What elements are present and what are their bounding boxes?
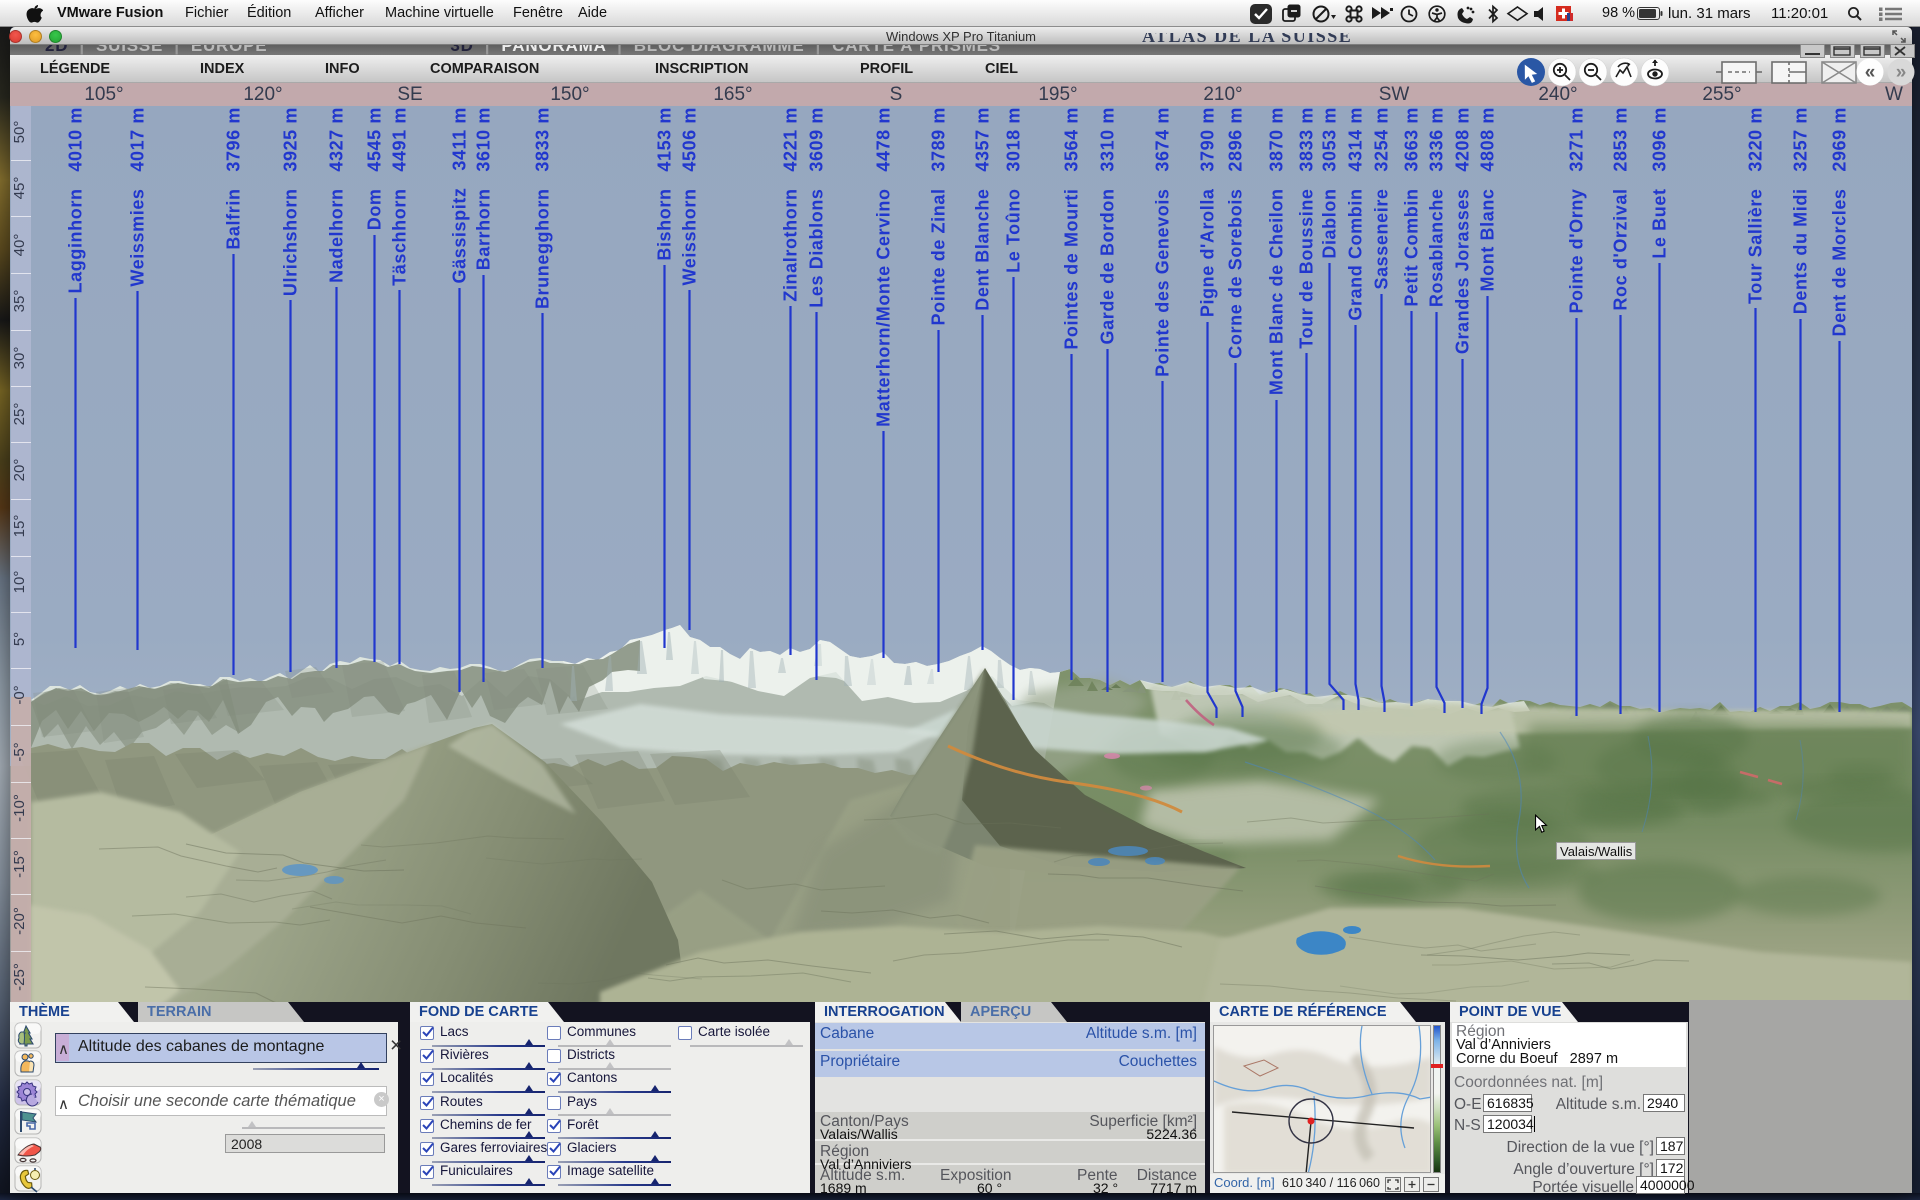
svg-text:Corne de Sorebois 2896 m: Corne de Sorebois 2896 m bbox=[1226, 107, 1246, 359]
svg-text:Garde de Bordon 3310 m: Garde de Bordon 3310 m bbox=[1098, 107, 1118, 344]
svg-text:Dent de Morcles 2969 m: Dent de Morcles 2969 m bbox=[1830, 107, 1850, 337]
svg-text:Roc d'Orzival 2853 m: Roc d'Orzival 2853 m bbox=[1611, 107, 1631, 311]
svg-text:Pointe de Zinal 3789 m: Pointe de Zinal 3789 m bbox=[929, 107, 949, 325]
svg-text:Les Diablons 3609 m: Les Diablons 3609 m bbox=[807, 107, 827, 308]
svg-text:Dents du Midi 3257 m: Dents du Midi 3257 m bbox=[1791, 107, 1811, 314]
svg-text:Mont Blanc de Cheilon 3870 m: Mont Blanc de Cheilon 3870 m bbox=[1267, 107, 1287, 395]
svg-text:Weisshorn 4506 m: Weisshorn 4506 m bbox=[680, 107, 700, 286]
svg-text:Le Buet 3096 m: Le Buet 3096 m bbox=[1650, 107, 1670, 259]
svg-text:Barrhorn 3610 m: Barrhorn 3610 m bbox=[474, 107, 494, 270]
svg-text:Balfrin 3796 m: Balfrin 3796 m bbox=[224, 107, 244, 250]
svg-text:Pointe d'Orny 3271 m: Pointe d'Orny 3271 m bbox=[1567, 107, 1587, 314]
svg-text:Tour Sallière 3220 m: Tour Sallière 3220 m bbox=[1746, 107, 1766, 304]
svg-text:Nadelhorn 4327 m: Nadelhorn 4327 m bbox=[327, 107, 347, 283]
svg-text:Täschhorn 4491 m: Täschhorn 4491 m bbox=[390, 107, 410, 286]
svg-text:Grand Combin 4314 m: Grand Combin 4314 m bbox=[1346, 107, 1366, 321]
svg-text:«: « bbox=[1865, 62, 1876, 83]
svg-text:Dom 4545 m: Dom 4545 m bbox=[365, 107, 385, 230]
svg-text:Weissmies 4017 m: Weissmies 4017 m bbox=[128, 107, 148, 287]
svg-text:Rosablanche 3336 m: Rosablanche 3336 m bbox=[1427, 107, 1447, 307]
svg-text:Bishorn 4153 m: Bishorn 4153 m bbox=[655, 107, 675, 261]
svg-text:Pigne d'Arolla 3790 m: Pigne d'Arolla 3790 m bbox=[1198, 107, 1218, 317]
svg-text:Pointe des Genevois 3674 m: Pointe des Genevois 3674 m bbox=[1153, 107, 1173, 377]
svg-text:Gässispitz 3411 m: Gässispitz 3411 m bbox=[450, 107, 470, 284]
svg-text:Zinalrothorn 4221 m: Zinalrothorn 4221 m bbox=[781, 107, 801, 302]
svg-text:Grandes Jorasses 4208 m: Grandes Jorasses 4208 m bbox=[1453, 107, 1473, 354]
svg-text:Petit Combin 3663 m: Petit Combin 3663 m bbox=[1402, 107, 1422, 307]
svg-text:»: » bbox=[1896, 62, 1907, 83]
svg-text:Ulrichshorn 3925 m: Ulrichshorn 3925 m bbox=[281, 107, 301, 296]
svg-text:Brunegghorn 3833 m: Brunegghorn 3833 m bbox=[533, 107, 553, 309]
svg-text:Diablon 3053 m: Diablon 3053 m bbox=[1320, 107, 1340, 259]
svg-text:Dent Blanche 4357 m: Dent Blanche 4357 m bbox=[973, 107, 993, 311]
svg-text:Lagginhorn 4010 m: Lagginhorn 4010 m bbox=[66, 107, 86, 293]
svg-text:Le Toûno 3018 m: Le Toûno 3018 m bbox=[1004, 107, 1024, 273]
svg-text:Tour de Boussine 3833 m: Tour de Boussine 3833 m bbox=[1297, 107, 1317, 349]
svg-text:Sasseneire 3254 m: Sasseneire 3254 m bbox=[1372, 107, 1392, 290]
svg-text:Pointes de Mourti 3564 m: Pointes de Mourti 3564 m bbox=[1062, 107, 1082, 350]
svg-text:Matterhorn/Monte Cervino 447: Matterhorn/Monte Cervino 4478 m bbox=[874, 107, 894, 427]
svg-text:Mont Blanc 4808 m: Mont Blanc 4808 m bbox=[1478, 107, 1498, 291]
